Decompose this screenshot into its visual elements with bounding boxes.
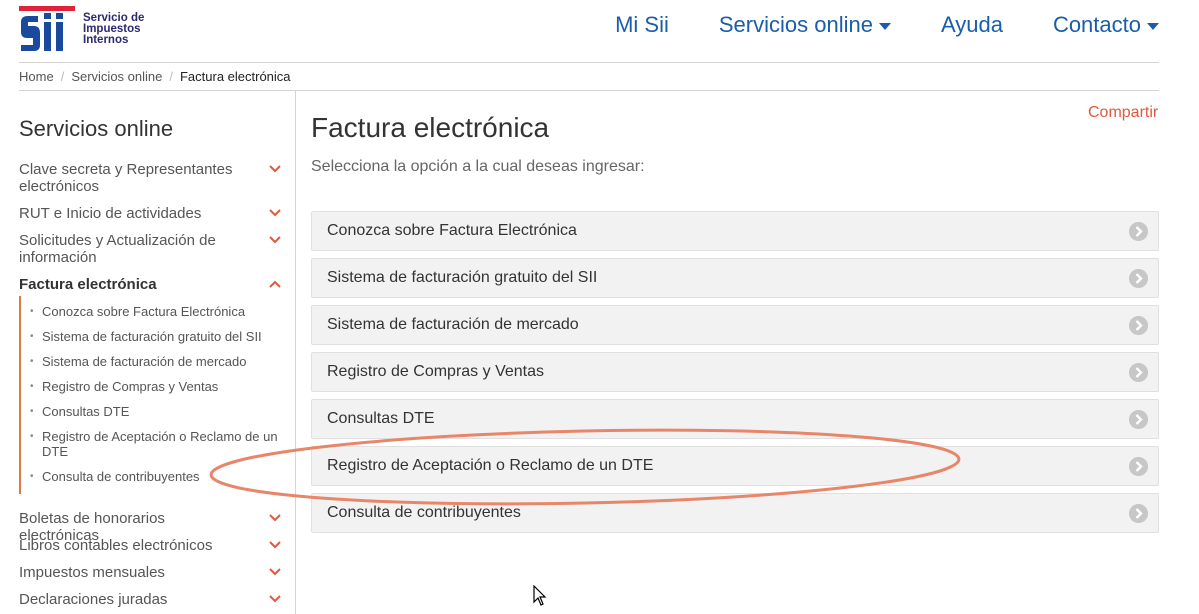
sidebar-item-rut[interactable]: RUT e Inicio de actividades [19, 205, 281, 222]
option-label: Consulta de contribuyentes [327, 504, 521, 521]
option-label: Conozca sobre Factura Electrónica [327, 222, 577, 239]
sidebar-item-label: RUT e Inicio de actividades [19, 205, 202, 222]
option-sistema-gratuito[interactable]: Sistema de facturación gratuito del SII [311, 258, 1159, 298]
option-label: Registro de Compras y Ventas [327, 363, 544, 380]
option-consulta-contribuyentes[interactable]: Consulta de contribuyentes [311, 493, 1159, 533]
arrow-right-circle-icon [1129, 410, 1148, 429]
nav-label: Ayuda [940, 12, 1003, 37]
page-subtitle: Selecciona la opción a la cual deseas in… [311, 158, 645, 175]
chevron-up-icon [269, 280, 281, 288]
breadcrumb-separator: / [169, 69, 173, 84]
submenu-item[interactable]: Sistema de facturación de mercado [21, 354, 279, 369]
sidebar-item-impuestos[interactable]: Impuestos mensuales [19, 564, 281, 581]
top-nav: Mi Sii Servicios online Ayuda Contacto [565, 12, 1159, 38]
nav-ayuda[interactable]: Ayuda [941, 12, 1003, 38]
sidebar-item-libros[interactable]: Libros contables electrónicos [19, 537, 281, 554]
chevron-down-icon [269, 236, 281, 244]
option-label: Registro de Aceptación o Reclamo de un D… [327, 457, 654, 474]
option-label: Consultas DTE [327, 410, 435, 427]
submenu-item[interactable]: Registro de Compras y Ventas [21, 379, 279, 394]
logo-text: Servicio de Impuestos Internos [83, 11, 145, 46]
submenu-item[interactable]: Sistema de facturación gratuito del SII [21, 329, 279, 344]
arrow-right-circle-icon [1129, 363, 1148, 382]
sidebar-item-solicitudes[interactable]: Solicitudes y Actualización de informaci… [19, 232, 281, 266]
submenu-item[interactable]: Registro de Aceptación o Reclamo de un D… [21, 429, 279, 459]
arrow-right-circle-icon [1129, 222, 1148, 241]
submenu-item[interactable]: Consulta de contribuyentes [21, 469, 279, 484]
chevron-down-icon [269, 209, 281, 217]
sidebar-item-declaraciones[interactable]: Declaraciones juradas [19, 591, 281, 608]
nav-mi-sii[interactable]: Mi Sii [615, 12, 669, 38]
sidebar-item-label: Libros contables electrónicos [19, 537, 213, 554]
option-registro-compras-ventas[interactable]: Registro de Compras y Ventas [311, 352, 1159, 392]
chevron-down-icon [269, 165, 281, 173]
sidebar-item-label: Declaraciones juradas [19, 591, 168, 608]
arrow-right-circle-icon [1129, 316, 1148, 335]
breadcrumb-current: Factura electrónica [179, 69, 291, 84]
chevron-down-icon [269, 595, 281, 603]
submenu-item[interactable]: Consultas DTE [21, 404, 279, 419]
breadcrumb: Home / Servicios online / Factura electr… [19, 69, 291, 84]
sidebar-title: Servicios online [19, 116, 174, 141]
arrow-right-circle-icon [1129, 457, 1148, 476]
logo-text-line: Internos [83, 33, 129, 46]
page-title: Factura electrónica [311, 112, 550, 143]
submenu-item[interactable]: Conozca sobre Factura Electrónica [21, 304, 279, 319]
logo-text-line: Impuestos [83, 22, 141, 35]
option-consultas-dte[interactable]: Consultas DTE [311, 399, 1159, 439]
sidebar-item-clave-secreta[interactable]: Clave secreta y Representantes electróni… [19, 161, 281, 195]
breadcrumb-servicios-online[interactable]: Servicios online [71, 69, 162, 84]
mouse-cursor-icon [533, 585, 547, 606]
nav-servicios-online[interactable]: Servicios online [719, 12, 891, 38]
site-header: Servicio de Impuestos Internos Mi Sii Se… [0, 0, 1199, 62]
nav-label: Servicios online [718, 12, 873, 37]
option-conozca-factura[interactable]: Conozca sobre Factura Electrónica [311, 211, 1159, 251]
sidebar-submenu: Conozca sobre Factura Electrónica Sistem… [19, 296, 281, 494]
chevron-down-icon [269, 568, 281, 576]
sii-logo-mark [19, 6, 75, 51]
logo-text-line: Servicio de [83, 11, 145, 24]
option-sistema-mercado[interactable]: Sistema de facturación de mercado [311, 305, 1159, 345]
arrow-right-circle-icon [1129, 504, 1148, 523]
share-link[interactable]: Compartir [1088, 104, 1158, 122]
nav-contacto[interactable]: Contacto [1053, 12, 1159, 38]
sii-logo[interactable]: Servicio de Impuestos Internos [19, 5, 144, 53]
caret-down-icon [878, 22, 891, 30]
sidebar-item-label: Clave secreta y Representantes electróni… [19, 161, 233, 195]
chevron-down-icon [269, 514, 281, 522]
option-label: Sistema de facturación de mercado [327, 316, 579, 333]
nav-label: Contacto [1052, 12, 1141, 37]
sidebar-item-label: Factura electrónica [19, 276, 157, 293]
option-label: Sistema de facturación gratuito del SII [327, 269, 598, 286]
sidebar: Servicios online Clave secreta y Represe… [19, 91, 296, 614]
chevron-down-icon [269, 541, 281, 549]
breadcrumb-home[interactable]: Home [19, 69, 54, 84]
breadcrumb-separator: / [60, 69, 65, 84]
nav-label: Mi Sii [615, 12, 669, 37]
sidebar-item-factura-electronica[interactable]: Factura electrónica [19, 276, 281, 293]
sidebar-item-label: Solicitudes y Actualización de informaci… [19, 232, 216, 266]
caret-down-icon [1147, 22, 1159, 30]
divider [19, 62, 1159, 63]
arrow-right-circle-icon [1129, 269, 1148, 288]
sidebar-item-label: Impuestos mensuales [19, 564, 165, 581]
option-registro-aceptacion[interactable]: Registro de Aceptación o Reclamo de un D… [311, 446, 1159, 486]
